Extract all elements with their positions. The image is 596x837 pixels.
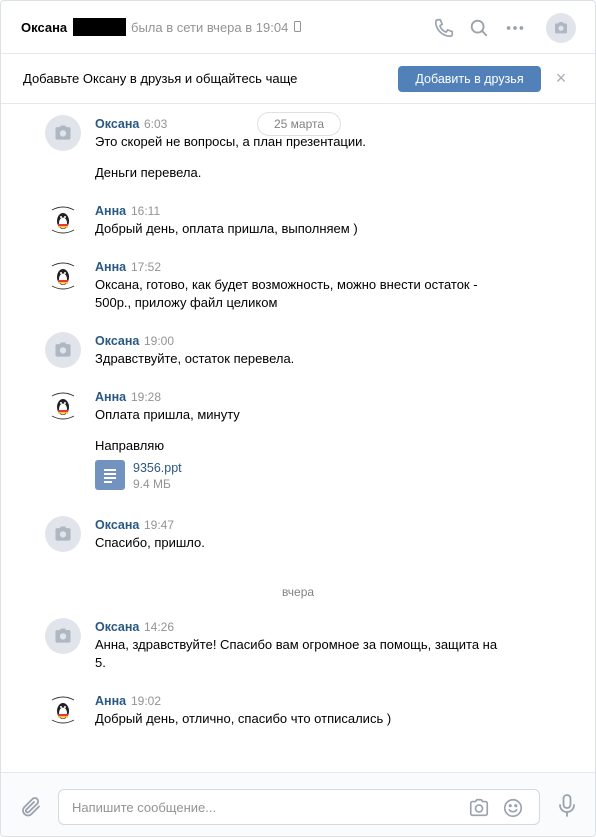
banner-text: Добавьте Оксану в друзья и общайтесь чащ… [23, 71, 298, 86]
message-text: Деньги перевела. [95, 165, 202, 180]
message-input[interactable]: Напишите сообщение... [58, 789, 540, 825]
message-author[interactable]: Анна [95, 694, 126, 708]
penguin-avatar-icon [51, 392, 75, 420]
contact-name[interactable]: Оксана [21, 20, 67, 35]
avatar[interactable] [45, 332, 81, 368]
message-author[interactable]: Оксана [95, 117, 139, 131]
composer: Напишите сообщение... [1, 772, 595, 836]
attach-icon[interactable] [19, 795, 43, 819]
message-time[interactable]: 14:26 [144, 620, 174, 634]
camera-icon [55, 342, 71, 357]
message-text: Здравствуйте, остаток перевела. [95, 351, 295, 366]
message-author[interactable]: Анна [95, 204, 126, 218]
avatar[interactable] [45, 618, 81, 654]
mobile-device-icon [294, 21, 301, 32]
message-author[interactable]: Анна [95, 390, 126, 404]
smile-icon[interactable] [502, 797, 524, 819]
camera-icon [55, 628, 71, 643]
penguin-avatar-icon [51, 262, 75, 290]
message-text: 5. [95, 655, 106, 670]
message-author[interactable]: Оксана [95, 334, 139, 348]
message-text: Это скорей не вопросы, а план презентаци… [95, 134, 367, 149]
chat-header: Оксана была в сети вчера в 19:04 [1, 1, 595, 54]
message-time[interactable]: 19:47 [144, 518, 174, 532]
avatar[interactable] [45, 115, 81, 151]
avatar[interactable] [45, 516, 81, 552]
add-friend-banner: Добавьте Оксану в друзья и общайтесь чащ… [1, 54, 595, 104]
message-text: 500р., приложу файл целиком [95, 295, 278, 310]
message-text: Добрый день, оплата пришла, выполняем ) [95, 221, 358, 236]
close-icon[interactable]: × [553, 69, 569, 87]
message-text: Добрый день, отлично, спасибо что отписа… [95, 711, 392, 726]
message-time[interactable]: 16:11 [131, 204, 160, 218]
contact-avatar[interactable] [546, 13, 576, 43]
message-author[interactable]: Анна [95, 260, 126, 274]
chat-window: Оксана была в сети вчера в 19:04 Добавьт… [0, 0, 596, 837]
search-icon[interactable] [468, 17, 490, 39]
avatar[interactable] [45, 202, 81, 238]
camera-icon[interactable] [468, 797, 490, 819]
redacted-surname [73, 18, 126, 36]
microphone-icon[interactable] [556, 793, 578, 819]
message-placeholder: Напишите сообщение... [72, 800, 217, 815]
add-friend-button[interactable]: Добавить в друзья [398, 66, 541, 92]
message-text: Спасибо, пришло. [95, 535, 205, 550]
document-icon[interactable] [95, 460, 125, 490]
avatar[interactable] [45, 388, 81, 424]
online-status: была в сети вчера в 19:04 [131, 20, 289, 35]
message-author[interactable]: Оксана [95, 620, 139, 634]
date-separator: вчера [281, 585, 315, 599]
more-icon[interactable] [504, 17, 526, 39]
file-size: 9.4 МБ [133, 477, 171, 491]
message-time[interactable]: 19:02 [131, 694, 161, 708]
message-time[interactable]: 19:00 [144, 334, 174, 348]
avatar[interactable] [45, 258, 81, 294]
camera-icon [55, 125, 71, 140]
message-time[interactable]: 17:52 [131, 260, 161, 274]
penguin-avatar-icon [51, 696, 75, 724]
message-text: Анна, здравствуйте! Спасибо вам огромное… [95, 637, 498, 652]
message-time[interactable]: 19:28 [131, 390, 161, 404]
message-text: Оплата пришла, минуту [95, 407, 240, 422]
message-text: Оксана, готово, как будет возможность, м… [95, 277, 478, 292]
penguin-avatar-icon [51, 206, 75, 234]
message-text: Направляю [95, 438, 165, 453]
message-time[interactable]: 6:03 [144, 117, 167, 131]
avatar[interactable] [45, 692, 81, 728]
camera-icon [55, 526, 71, 541]
phone-icon[interactable] [433, 17, 455, 39]
message-author[interactable]: Оксана [95, 518, 139, 532]
file-name-link[interactable]: 9356.ppt [133, 461, 182, 475]
